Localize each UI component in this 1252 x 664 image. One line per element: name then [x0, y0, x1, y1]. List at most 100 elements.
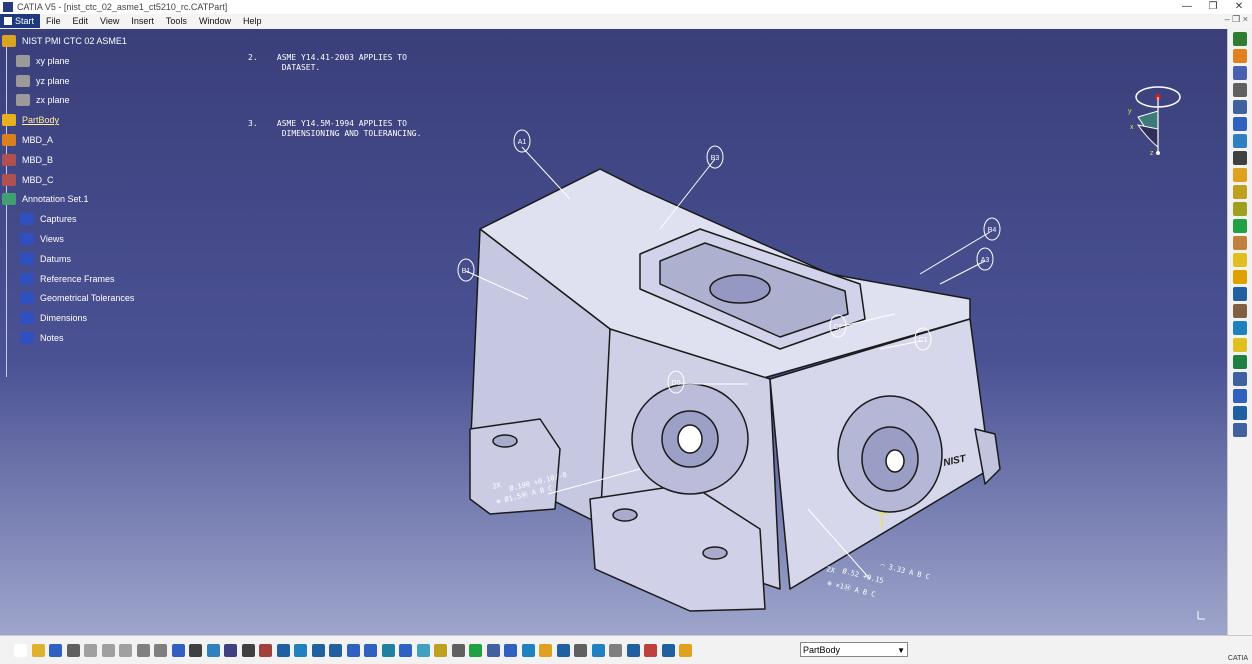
save-icon[interactable] — [49, 644, 62, 657]
pan-icon[interactable] — [311, 644, 325, 657]
new-icon[interactable] — [14, 644, 27, 657]
analysis-icon[interactable] — [1233, 66, 1247, 80]
thread-icon[interactable] — [1233, 321, 1247, 335]
menu-insert[interactable]: Insert — [125, 16, 160, 26]
tree-node[interactable]: Reference Frames — [20, 271, 117, 287]
fit-all-icon[interactable] — [294, 644, 307, 657]
menu-view[interactable]: View — [94, 16, 125, 26]
tree-node[interactable]: Captures — [20, 211, 79, 227]
hole-icon[interactable] — [1233, 117, 1247, 131]
hide-show-icon[interactable] — [434, 644, 447, 657]
dim-right-count: 2X — [826, 565, 837, 575]
groove-icon[interactable] — [1233, 151, 1247, 165]
part-body-selector[interactable]: PartBody ▼ — [800, 642, 908, 657]
loft-icon[interactable] — [1233, 219, 1247, 233]
chamfer-icon[interactable] — [1233, 253, 1247, 267]
tree-node[interactable]: zx plane — [16, 92, 72, 108]
tree-node[interactable]: yz plane — [16, 73, 72, 89]
measure-icon[interactable] — [486, 644, 500, 657]
minimize-button[interactable]: — — [1174, 0, 1200, 14]
sketcher-icon[interactable] — [1233, 32, 1247, 46]
start-menu[interactable]: Start — [0, 14, 41, 28]
section-icon[interactable] — [644, 644, 657, 657]
redo-icon[interactable] — [154, 644, 167, 657]
3d-viewport[interactable]: A1 B3 B1 B4 A3 C2 C1 D0 2X Ø.190 +0.10/-… — [0, 29, 1228, 636]
shaft-icon[interactable] — [1233, 134, 1247, 148]
tree-node[interactable]: MBD_B — [2, 152, 55, 168]
tree-node[interactable]: MBD_C — [2, 172, 56, 188]
tree-node[interactable]: Annotation Set.1 — [2, 191, 91, 207]
ruler-icon[interactable] — [224, 644, 237, 657]
tree-node[interactable]: MBD_A — [2, 132, 55, 148]
tree-node[interactable]: xy plane — [16, 53, 72, 69]
paste-icon[interactable] — [119, 644, 132, 657]
tree-node[interactable]: NIST PMI CTC 02 ASME1 — [2, 33, 129, 49]
mirror-icon[interactable] — [1233, 355, 1247, 369]
stiffener-icon[interactable] — [1233, 202, 1247, 216]
snap-icon[interactable] — [591, 644, 605, 657]
tree-node[interactable]: Dimensions — [20, 310, 89, 326]
rib-icon[interactable] — [1233, 168, 1247, 182]
reference-frames-icon — [20, 272, 34, 285]
graph-icon[interactable] — [259, 644, 272, 657]
tree-node[interactable]: Views — [20, 231, 66, 247]
pattern-icon[interactable] — [1233, 372, 1247, 386]
draft-icon[interactable] — [1233, 270, 1247, 284]
rotate-icon[interactable] — [329, 644, 342, 657]
catia-logo: CATIA — [1227, 655, 1248, 662]
tree-node[interactable]: Geometrical Tolerances — [20, 290, 136, 306]
pocket-icon[interactable] — [1233, 100, 1247, 114]
toggle-icon[interactable] — [469, 644, 482, 657]
open-icon[interactable] — [31, 644, 45, 657]
measure-icon[interactable] — [1233, 423, 1247, 437]
copy-icon[interactable] — [101, 644, 115, 657]
normal-view-icon[interactable] — [381, 644, 395, 657]
pad-icon[interactable] — [1233, 83, 1247, 97]
menu-tools[interactable]: Tools — [160, 16, 193, 26]
swap-icon[interactable] — [451, 644, 465, 657]
document-window-controls[interactable]: – ❐ × — [1225, 14, 1248, 25]
thickness-icon[interactable] — [1233, 304, 1247, 318]
plane-icon[interactable] — [626, 644, 640, 657]
translate-icon[interactable] — [1233, 338, 1247, 352]
catalog-icon[interactable] — [661, 644, 675, 657]
help-icon[interactable] — [171, 644, 185, 657]
zoom-in-icon[interactable] — [346, 644, 360, 657]
menu-edit[interactable]: Edit — [67, 16, 95, 26]
shell-icon[interactable] — [1233, 287, 1247, 301]
menu-file[interactable]: File — [40, 16, 67, 26]
axis-icon[interactable] — [574, 644, 587, 657]
apply-material-icon[interactable] — [539, 644, 552, 657]
color-icon[interactable] — [521, 644, 535, 657]
inertia-icon[interactable] — [504, 644, 517, 657]
compass-icon[interactable] — [1135, 86, 1181, 155]
scale-icon[interactable] — [1233, 389, 1247, 403]
left-foot-hole — [492, 434, 518, 448]
iso-view-icon[interactable] — [399, 644, 412, 657]
select-icon[interactable] — [1233, 49, 1247, 63]
dim-right-fcf: ⊕ ×1Ⓜ A B C — [827, 579, 877, 599]
slot-icon[interactable] — [1233, 185, 1247, 199]
update-icon[interactable] — [679, 644, 692, 657]
macro-icon[interactable] — [241, 644, 255, 657]
shading-icon[interactable] — [416, 644, 430, 657]
grid-icon[interactable] — [609, 644, 622, 657]
undo-icon[interactable] — [136, 644, 150, 657]
fillet-icon[interactable] — [1233, 236, 1247, 250]
comment-icon[interactable] — [206, 644, 220, 657]
print-icon[interactable] — [66, 644, 80, 657]
cut-icon[interactable] — [84, 644, 97, 657]
formula-icon[interactable] — [189, 644, 202, 657]
menu-window[interactable]: Window — [193, 16, 237, 26]
tree-node-label: Dimensions — [40, 313, 88, 324]
tree-node[interactable]: Notes — [20, 330, 66, 346]
tree-node[interactable]: Datums — [20, 251, 73, 267]
menu-help[interactable]: Help — [237, 16, 268, 26]
zoom-out-icon[interactable] — [364, 644, 377, 657]
fly-icon[interactable] — [276, 644, 290, 657]
boolean-icon[interactable] — [1233, 406, 1247, 420]
tree-node[interactable]: PartBody — [2, 112, 61, 128]
close-button[interactable]: ✕ — [1226, 0, 1252, 14]
restore-button[interactable]: ❐ — [1200, 0, 1226, 14]
compass-reset-icon[interactable] — [556, 644, 570, 657]
